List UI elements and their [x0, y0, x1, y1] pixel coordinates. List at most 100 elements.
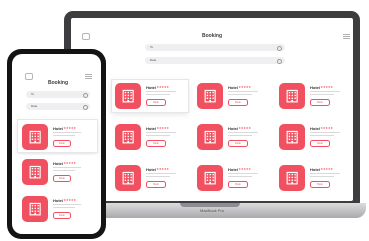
hotel-card[interactable]: Hotel ★★★★★ Book [276, 121, 352, 153]
hotel-building-icon [286, 130, 298, 144]
book-button[interactable]: Book [310, 99, 330, 106]
search-icon[interactable] [83, 93, 88, 98]
laptop-notch [180, 203, 240, 207]
home-icon[interactable] [25, 73, 33, 80]
star-rating: ★★★★★ [320, 126, 333, 130]
hotel-thumbnail [279, 124, 305, 150]
description-line [310, 176, 334, 177]
page-title: Booking [202, 33, 222, 39]
description-line [146, 91, 176, 92]
laptop-brand: MacBook Pro [199, 208, 224, 213]
hotel-card[interactable]: Hotel ★★★★★ Book [18, 192, 97, 224]
hotel-card[interactable]: Hotel ★★★★★ Book [112, 162, 188, 194]
book-button[interactable]: Book [53, 140, 71, 147]
hotel-name: Hotel [53, 161, 63, 166]
hotel-name: Hotel [228, 85, 238, 90]
hotel-building-icon [29, 130, 41, 144]
hotel-name: Hotel [146, 85, 156, 90]
book-button[interactable]: Book [228, 140, 248, 147]
hotel-card[interactable]: Hotel ★★★★★ Book [112, 80, 188, 112]
book-button[interactable]: Book [53, 175, 71, 182]
hotel-card[interactable]: Hotel ★★★★★ Book [18, 120, 97, 152]
hotel-building-icon [204, 171, 216, 185]
phone-screen: Booking To Date Hotel ★★★★★ Book Hotel ★★★★★… [12, 54, 101, 234]
hotel-thumbnail [279, 83, 305, 109]
hotel-thumbnail [22, 124, 48, 150]
description-line [310, 132, 340, 133]
hotel-name: Hotel [310, 85, 320, 90]
hotel-thumbnail [197, 124, 223, 150]
description-line [228, 176, 252, 177]
description-line [53, 135, 75, 136]
menu-icon[interactable] [343, 34, 350, 39]
book-button[interactable]: Book [146, 99, 166, 106]
description-line [228, 91, 258, 92]
star-rating: ★★★★★ [238, 126, 251, 130]
description-line [146, 173, 176, 174]
hotel-building-icon [122, 171, 134, 185]
date-input-value: Date [31, 104, 38, 108]
star-rating: ★★★★★ [238, 85, 251, 89]
description-line [53, 204, 81, 205]
hotel-building-icon [122, 89, 134, 103]
hotel-name: Hotel [228, 126, 238, 131]
hotel-card[interactable]: Hotel ★★★★★ Book [276, 80, 352, 112]
search-input[interactable]: To [145, 44, 285, 51]
hotel-thumbnail [115, 124, 141, 150]
search-icon[interactable] [277, 59, 282, 64]
description-line [146, 176, 170, 177]
date-input[interactable]: Date [145, 57, 285, 64]
description-line [310, 91, 340, 92]
book-button[interactable]: Book [310, 181, 330, 188]
hotel-building-icon [286, 171, 298, 185]
hotel-thumbnail [115, 165, 141, 191]
search-input-value: To [31, 92, 35, 96]
hotel-card[interactable]: Hotel ★★★★★ Book [276, 162, 352, 194]
description-line [53, 170, 75, 171]
search-icon[interactable] [277, 46, 282, 51]
hotel-card[interactable]: Hotel ★★★★★ Book [194, 162, 270, 194]
hotel-card[interactable]: Hotel ★★★★★ Book [194, 121, 270, 153]
star-rating: ★★★★★ [63, 126, 76, 130]
hotel-card[interactable]: Hotel ★★★★★ Book [112, 121, 188, 153]
search-input-value: To [150, 45, 154, 49]
menu-icon[interactable] [85, 74, 92, 79]
book-button[interactable]: Book [53, 212, 71, 219]
description-line [310, 94, 334, 95]
star-rating: ★★★★★ [63, 198, 76, 202]
description-line [228, 135, 252, 136]
book-button[interactable]: Book [228, 99, 248, 106]
hotel-building-icon [29, 202, 41, 216]
hotel-thumbnail [279, 165, 305, 191]
description-line [146, 135, 170, 136]
star-rating: ★★★★★ [63, 161, 76, 165]
star-rating: ★★★★★ [156, 126, 169, 130]
hotel-name: Hotel [310, 167, 320, 172]
star-rating: ★★★★★ [156, 85, 169, 89]
page-title: Booking [48, 80, 68, 86]
hotel-card[interactable]: Hotel ★★★★★ Book [194, 80, 270, 112]
description-line [53, 132, 81, 133]
hotel-card[interactable]: Hotel ★★★★★ Book [18, 155, 97, 187]
description-line [228, 173, 258, 174]
search-icon[interactable] [83, 105, 88, 110]
date-input[interactable]: Date [26, 103, 90, 110]
book-button[interactable]: Book [310, 140, 330, 147]
description-line [146, 94, 170, 95]
hotel-building-icon [204, 89, 216, 103]
hotel-name: Hotel [146, 126, 156, 131]
star-rating: ★★★★★ [320, 85, 333, 89]
search-input[interactable]: To [26, 91, 90, 98]
book-button[interactable]: Book [228, 181, 248, 188]
book-button[interactable]: Book [146, 181, 166, 188]
hotel-building-icon [204, 130, 216, 144]
home-icon[interactable] [82, 33, 90, 40]
hotel-name: Hotel [146, 167, 156, 172]
hotel-thumbnail [22, 159, 48, 185]
hotel-name: Hotel [310, 126, 320, 131]
description-line [310, 173, 340, 174]
book-button[interactable]: Book [146, 140, 166, 147]
hotel-name: Hotel [53, 126, 63, 131]
hotel-building-icon [122, 130, 134, 144]
laptop-screen: Booking To Date Hotel ★★★★★ Book Hotel ★★★★★… [71, 18, 353, 201]
